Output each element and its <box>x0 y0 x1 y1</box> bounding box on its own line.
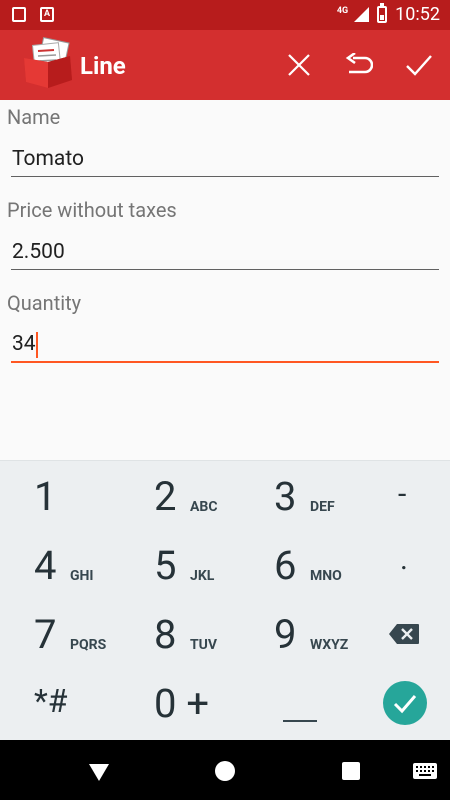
space-bar-icon <box>283 720 317 722</box>
key-digit: 3 <box>274 473 297 520</box>
key-8[interactable]: 8 TUV <box>120 599 232 668</box>
app-logo-icon <box>24 37 72 88</box>
key-digit: 7 <box>34 611 57 658</box>
key-2[interactable]: 2 ABC <box>120 461 232 530</box>
save-button[interactable] <box>404 50 434 80</box>
name-input[interactable] <box>11 141 439 177</box>
check-icon <box>406 55 432 76</box>
font-icon: A <box>40 7 54 22</box>
key-9[interactable]: 9 WXYZ <box>240 599 352 668</box>
app-bar: Line <box>0 30 450 100</box>
text-cursor <box>36 332 38 358</box>
price-input[interactable] <box>11 234 439 270</box>
key-star-hash[interactable]: *# <box>0 668 112 737</box>
key-minus[interactable]: - <box>338 461 450 530</box>
backspace-icon <box>389 624 419 644</box>
notification-icons: A <box>12 7 54 22</box>
key-7[interactable]: 7 PQRS <box>0 599 112 668</box>
key-letters: ABC <box>190 499 218 515</box>
key-digit: 5 <box>154 542 177 589</box>
key-digit: 8 <box>154 611 177 658</box>
back-icon[interactable] <box>86 758 112 784</box>
space-key[interactable] <box>240 668 352 737</box>
clock: 10:52 <box>395 4 440 25</box>
recents-icon[interactable] <box>338 758 364 784</box>
done-check-icon <box>383 681 427 725</box>
key-letters: JKL <box>190 568 215 584</box>
backspace-key[interactable] <box>338 599 450 668</box>
home-icon[interactable] <box>212 758 238 784</box>
key-symbol: - <box>398 477 407 512</box>
key-digit: 1 <box>34 473 57 520</box>
key-digit: 2 <box>154 473 177 520</box>
navigation-bar <box>0 740 450 800</box>
key-letters: TUV <box>190 637 218 653</box>
key-3[interactable]: 3 DEF <box>240 461 352 530</box>
undo-button[interactable] <box>344 50 374 80</box>
key-period[interactable]: . <box>338 530 450 599</box>
name-label: Name <box>7 105 61 129</box>
done-key[interactable] <box>338 668 450 737</box>
keyboard-icon[interactable] <box>412 758 438 784</box>
system-icons: 4G 10:52 <box>336 3 440 25</box>
key-letters: DEF <box>310 499 335 515</box>
quantity-label: Quantity <box>7 291 82 315</box>
network-type: 4G <box>336 5 349 16</box>
numeric-keyboard: 1 2 ABC 3 DEF - 4 GHI 5 JKL 6 MNO . 7 PQ… <box>0 460 450 740</box>
status-bar: A 4G 10:52 <box>0 0 450 30</box>
quantity-input[interactable] <box>11 327 439 363</box>
key-0-plus[interactable]: 0 + <box>120 668 232 737</box>
key-5[interactable]: 5 JKL <box>120 530 232 599</box>
undo-icon <box>345 53 373 74</box>
key-symbol: *# <box>34 682 68 720</box>
sd-card-icon <box>12 7 26 22</box>
key-digit: 9 <box>274 611 297 658</box>
price-label: Price without taxes <box>7 198 177 222</box>
key-digit: 6 <box>274 542 297 589</box>
key-digit: 0 + <box>154 680 210 727</box>
cancel-button[interactable] <box>284 50 314 80</box>
key-4[interactable]: 4 GHI <box>0 530 112 599</box>
close-icon <box>288 54 310 76</box>
battery-icon <box>377 3 388 23</box>
key-6[interactable]: 6 MNO <box>240 530 352 599</box>
key-letters: PQRS <box>70 637 107 653</box>
key-digit: 4 <box>34 542 57 589</box>
key-letters: GHI <box>70 568 94 584</box>
key-symbol: . <box>400 542 408 577</box>
page-title: Line <box>80 52 126 80</box>
key-1[interactable]: 1 <box>0 461 112 530</box>
line-form: Name Price without taxes Quantity <box>0 100 450 460</box>
signal-icon <box>354 7 370 22</box>
